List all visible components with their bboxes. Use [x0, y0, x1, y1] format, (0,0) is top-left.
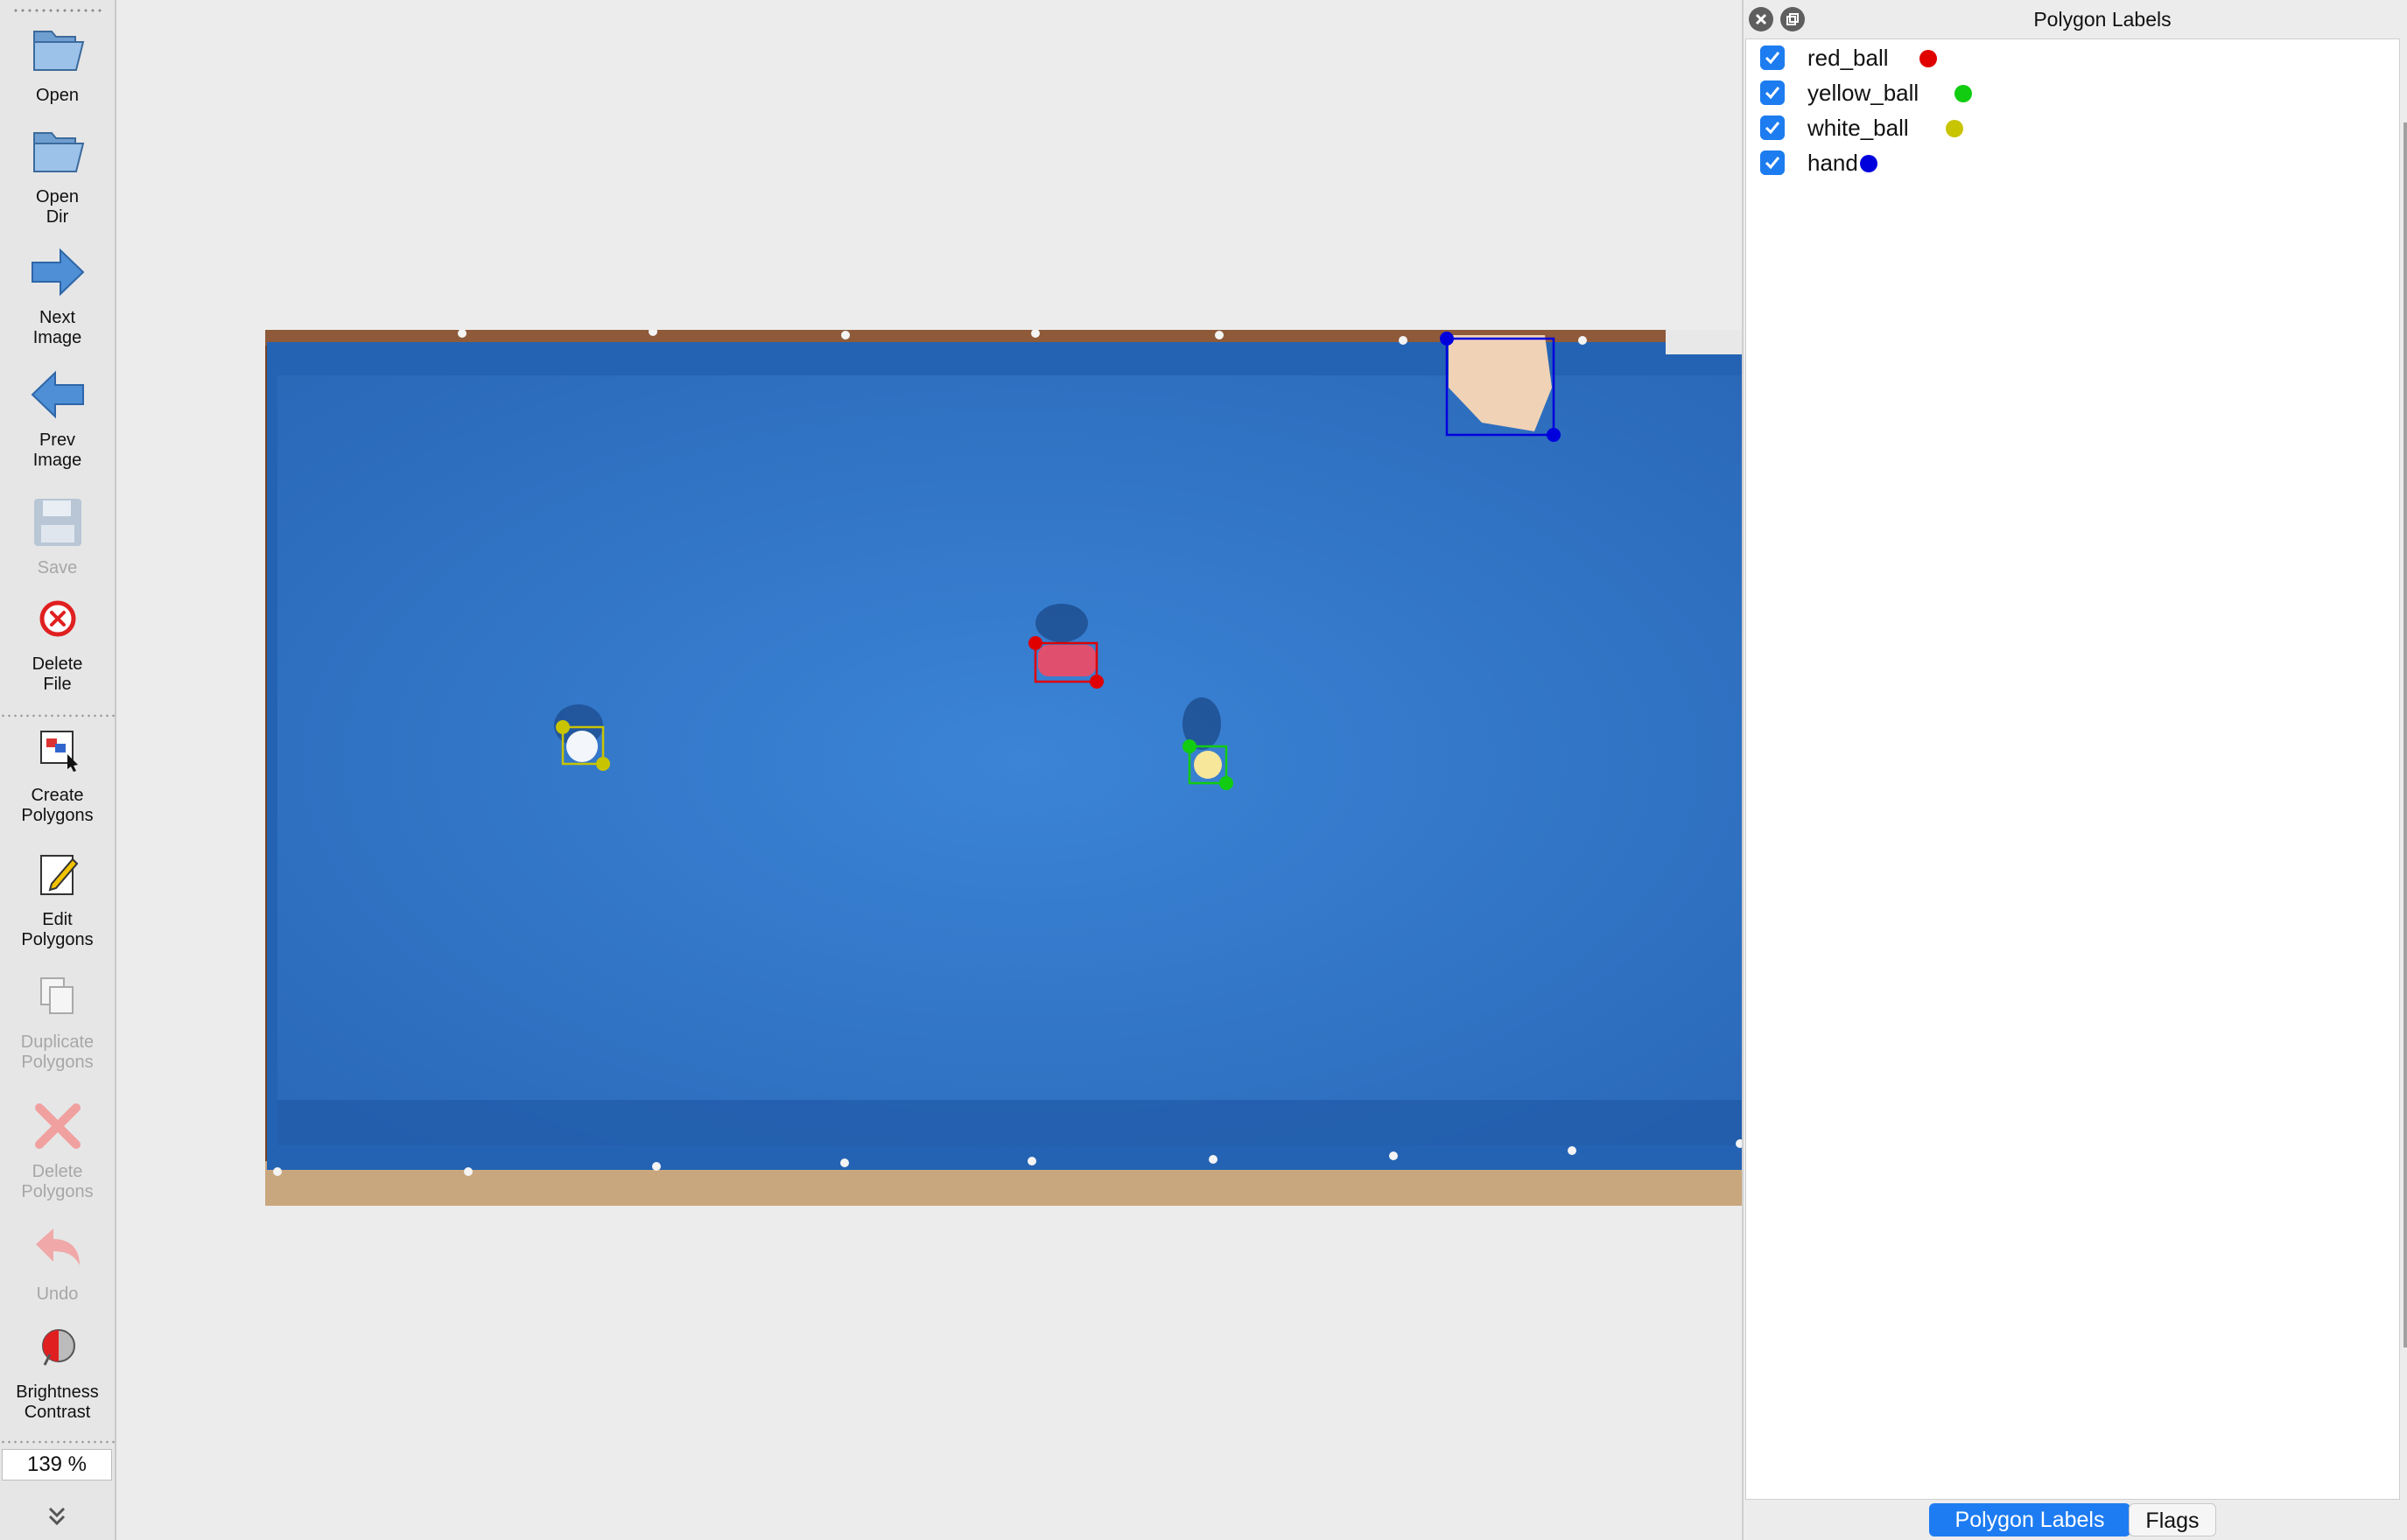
delete-polygons-label: Delete Polygons — [21, 1162, 94, 1201]
label-name: white_ball — [1807, 115, 1909, 141]
chevron-double-down-icon[interactable] — [44, 1503, 70, 1530]
prev-image-button[interactable]: Prev Image — [0, 364, 115, 471]
label-color-dot — [1954, 85, 1972, 102]
dock-title-bar[interactable]: Polygon Labels — [1744, 0, 2407, 38]
duplicate-polygons-button[interactable]: Duplicate Polygons — [0, 966, 115, 1073]
brightness-contrast-button[interactable]: Brightness Contrast — [0, 1316, 115, 1423]
tab-flags[interactable]: Flags — [2129, 1503, 2216, 1536]
dock-tab-bar: Polygon Labels Flags — [1744, 1503, 2407, 1540]
brightness-contrast-label: Brightness Contrast — [16, 1382, 99, 1422]
create-polygon-icon — [39, 731, 78, 772]
arrow-right-icon — [31, 248, 84, 297]
edit-polygons-label: Edit Polygons — [21, 910, 94, 949]
delete-file-label: Delete File — [32, 654, 83, 694]
open-button[interactable]: Open — [0, 19, 115, 106]
undo-arrow-icon — [35, 1228, 80, 1265]
edit-polygons-button[interactable]: Edit Polygons — [0, 844, 115, 950]
open-label: Open — [36, 86, 79, 105]
label-name: hand — [1807, 150, 1858, 176]
next-image-button[interactable]: Next Image — [0, 242, 115, 348]
create-polygons-label: Create Polygons — [21, 786, 94, 825]
yellow-ball — [1194, 751, 1222, 779]
edit-pencil-icon — [39, 855, 78, 895]
open-dir-label: Open Dir — [36, 187, 79, 227]
dock-title: Polygon Labels — [2033, 8, 2172, 31]
open-dir-button[interactable]: Open Dir — [0, 121, 115, 228]
label-list[interactable]: red_ball yellow_ball white_ball hand — [1745, 38, 2400, 1500]
tab-polygon-labels[interactable]: Polygon Labels — [1929, 1503, 2130, 1536]
toolbar-separator — [0, 714, 115, 718]
cushion-shadow — [277, 1100, 1765, 1145]
tools-toolbar: Open Open Dir Next Image Prev Image Save — [0, 0, 116, 1540]
delete-polygons-button[interactable]: Delete Polygons — [0, 1096, 115, 1202]
image-canvas[interactable] — [116, 0, 1822, 1540]
next-image-label: Next Image — [32, 308, 82, 347]
folder-open-icon — [32, 31, 84, 71]
delete-x-icon — [34, 1103, 81, 1149]
save-button[interactable]: Save — [0, 492, 115, 578]
arrow-left-icon — [31, 370, 84, 419]
window-edge — [2403, 122, 2407, 1348]
undo-button[interactable]: Undo — [0, 1218, 115, 1305]
label-color-dot — [1860, 155, 1877, 172]
checkbox-checked[interactable] — [1760, 116, 1785, 140]
white-ball — [566, 731, 598, 762]
zoom-level[interactable]: 139 % — [2, 1449, 112, 1480]
label-color-dot — [1919, 50, 1937, 67]
prev-image-label: Prev Image — [32, 430, 82, 470]
label-name: red_ball — [1807, 45, 1889, 71]
duplicate-polygons-label: Duplicate Polygons — [20, 1032, 95, 1072]
folder-open-dir-icon — [32, 132, 84, 172]
red-ball — [1038, 645, 1096, 676]
duplicate-icon — [39, 977, 74, 1014]
delete-file-button[interactable]: Delete File — [0, 588, 115, 695]
checkbox-checked[interactable] — [1760, 150, 1785, 175]
delete-circle-icon — [39, 600, 75, 637]
create-polygons-button[interactable]: Create Polygons — [0, 719, 115, 826]
label-name: yellow_ball — [1807, 80, 1919, 106]
undo-label: Undo — [36, 1284, 79, 1304]
brightness-contrast-icon — [41, 1329, 75, 1366]
toolbar-separator — [0, 1440, 115, 1444]
save-label: Save — [37, 558, 78, 578]
polygon-labels-dock: Polygon Labels red_ball yellow_ball whit — [1742, 0, 2407, 1540]
toolbar-grip[interactable] — [12, 9, 103, 12]
label-color-dot — [1946, 120, 1963, 137]
checkbox-checked[interactable] — [1760, 80, 1785, 105]
floppy-disk-icon — [33, 499, 81, 546]
checkbox-checked[interactable] — [1760, 46, 1785, 70]
annotated-image[interactable] — [265, 330, 1822, 1206]
red-ball-shadow — [1035, 604, 1088, 642]
table-felt — [277, 375, 1765, 1145]
